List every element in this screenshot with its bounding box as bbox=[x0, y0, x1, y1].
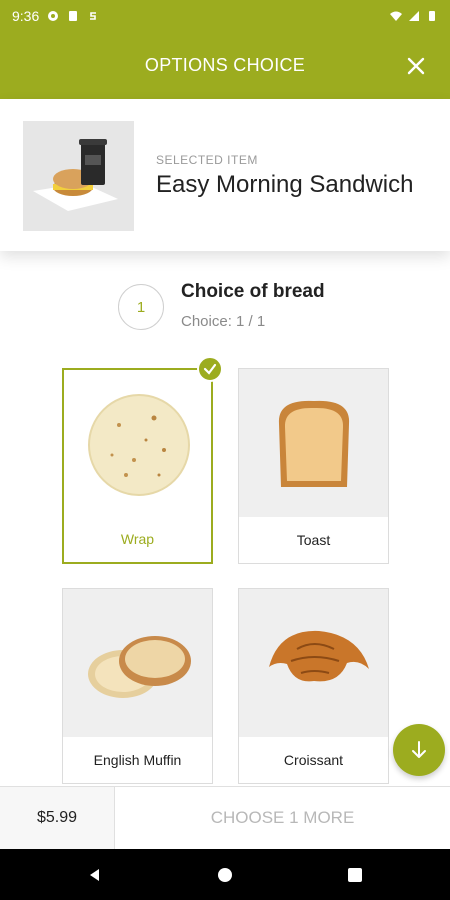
step-number: 1 bbox=[118, 284, 164, 330]
status-bar: 9:36 bbox=[0, 0, 450, 32]
back-icon bbox=[90, 868, 99, 881]
check-icon bbox=[197, 356, 223, 382]
price-label: $5.99 bbox=[0, 787, 115, 849]
arrow-down-icon bbox=[412, 741, 426, 758]
system-nav-bar bbox=[0, 849, 450, 900]
croissant-image bbox=[239, 589, 388, 738]
wifi-icon bbox=[390, 11, 402, 21]
option-label: Wrap bbox=[64, 516, 211, 562]
home-button[interactable] bbox=[195, 849, 255, 900]
option-wrap[interactable]: Wrap bbox=[62, 356, 223, 564]
chat-icon bbox=[48, 11, 59, 21]
option-label: English Muffin bbox=[63, 737, 212, 783]
status-time: 9:36 bbox=[12, 8, 40, 24]
cell-signal-icon bbox=[409, 11, 419, 21]
bottom-bar: $5.99 CHOOSE 1 MORE bbox=[0, 786, 450, 849]
choose-more-button[interactable]: CHOOSE 1 MORE bbox=[115, 787, 450, 849]
selected-item-name: Easy Morning Sandwich bbox=[156, 171, 414, 198]
scroll-down-button[interactable] bbox=[393, 724, 445, 776]
wrap-image bbox=[64, 370, 211, 519]
back-button[interactable] bbox=[65, 849, 125, 900]
step-title: Choice of bread bbox=[181, 281, 325, 302]
option-toast[interactable]: Toast bbox=[238, 368, 389, 564]
option-croissant[interactable]: Croissant bbox=[238, 588, 389, 784]
page-title: OPTIONS CHOICE bbox=[144, 55, 306, 75]
option-english-muffin[interactable]: English Muffin bbox=[62, 588, 213, 784]
item-thumbnail bbox=[23, 121, 134, 231]
battery-icon bbox=[429, 11, 435, 21]
recents-button[interactable] bbox=[325, 849, 385, 900]
close-icon[interactable] bbox=[404, 54, 428, 78]
s-icon bbox=[90, 12, 97, 20]
recents-icon bbox=[348, 867, 362, 882]
selected-item-caption: SELECTED ITEM bbox=[156, 153, 258, 167]
home-icon bbox=[218, 867, 232, 882]
sim-icon bbox=[69, 11, 78, 21]
toast-image bbox=[239, 369, 388, 518]
step-subtitle: Choice: 1 / 1 bbox=[181, 313, 266, 330]
app-bar: OPTIONS CHOICE bbox=[0, 32, 450, 99]
option-label: Croissant bbox=[239, 737, 388, 783]
selected-item-card: SELECTED ITEM Easy Morning Sandwich bbox=[0, 99, 450, 251]
option-label: Toast bbox=[239, 517, 388, 563]
english-muffin-image bbox=[63, 589, 212, 738]
